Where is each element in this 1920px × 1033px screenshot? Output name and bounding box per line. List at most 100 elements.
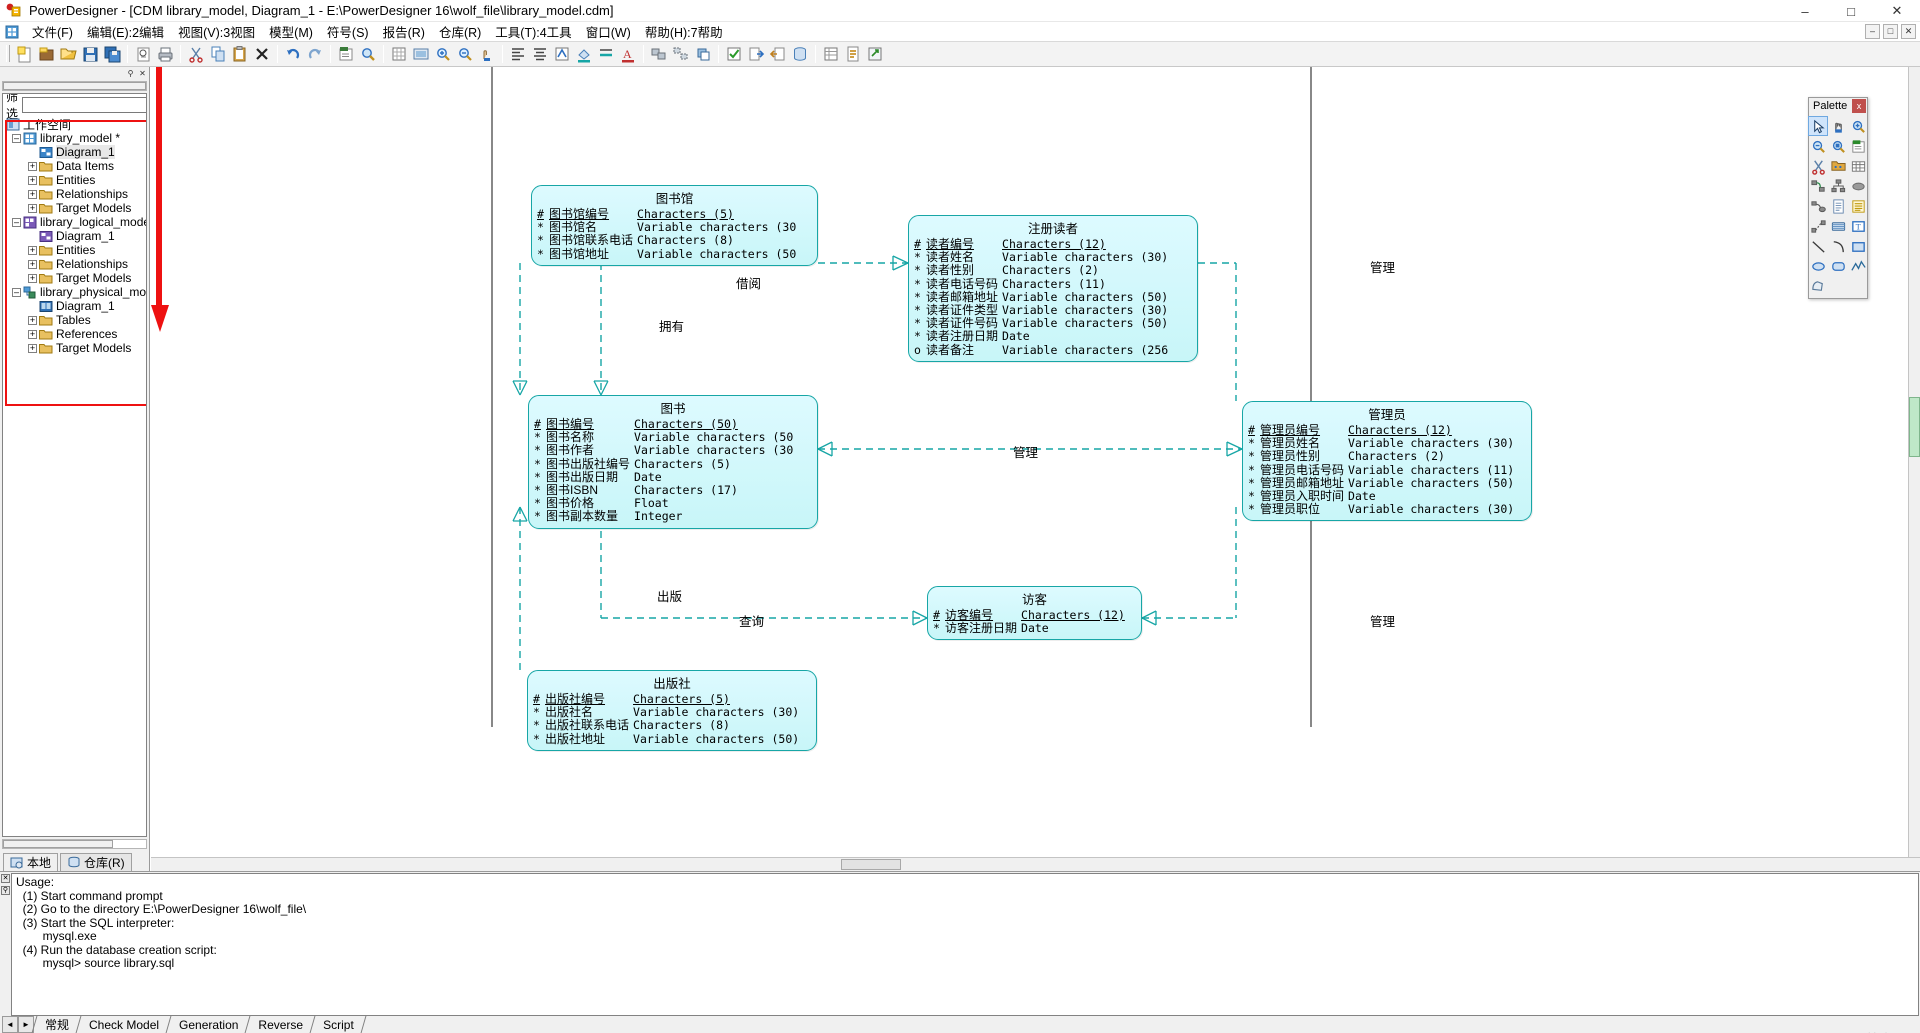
pan-icon[interactable] [476, 44, 498, 65]
polyline-tool-icon[interactable] [1848, 256, 1868, 276]
entity-attribute-row[interactable]: * 访客注册日期 Date [928, 622, 1125, 635]
save-all-icon[interactable] [101, 44, 123, 65]
expand-icon[interactable]: + [28, 175, 37, 185]
tree-item-data-items[interactable]: + Data Items [6, 159, 146, 173]
entity-attribute-row[interactable]: * 读者电话号码 Characters (11) [909, 277, 1168, 291]
expand-icon[interactable]: + [28, 259, 37, 269]
expand-icon[interactable]: + [28, 203, 37, 213]
scroll-thumb[interactable] [1909, 397, 1920, 457]
redo-icon[interactable] [304, 44, 326, 65]
toggle-grid-icon[interactable] [388, 44, 410, 65]
format-icon[interactable] [551, 44, 573, 65]
collapse-icon[interactable]: – [12, 217, 21, 227]
menu-edit[interactable]: 编辑(E):2编辑 [80, 21, 171, 42]
tree-item-library_physical_model[interactable]: – library_physical_model [6, 285, 146, 299]
tree-item-library_logical_model[interactable]: – library_logical_model [6, 215, 146, 229]
canvas-vertical-scrollbar[interactable] [1908, 67, 1920, 857]
browser-tree[interactable]: 工作空间 – library_model * Diagram_1 + Data Items… [3, 116, 146, 355]
menu-bar[interactable]: 文件(F) 编辑(E):2编辑 视图(V):3视图 模型(M) 符号(S) 报告(R) 仓库… [0, 22, 1920, 42]
tree-item-target-models[interactable]: + Target Models [6, 201, 146, 215]
scroll-thumb[interactable] [841, 859, 901, 870]
collapse-icon[interactable]: – [12, 133, 21, 143]
grabber-hand-tool-icon[interactable] [1828, 116, 1848, 136]
entity-出版社[interactable]: 出版社 # 出版社编号 Characters (5) * 出版社名 Variable cha… [527, 670, 817, 751]
font-color-icon[interactable]: A [617, 44, 639, 65]
menu-tools[interactable]: 工具(T):4工具 [488, 21, 578, 42]
diagram-canvas-area[interactable]: 图书馆 # 图书馆编号 Characters (5) * 图书馆名 Variable cha… [150, 67, 1920, 871]
tree-item-diagram_1[interactable]: Diagram_1 [6, 229, 146, 243]
association-link-tool-icon[interactable] [1808, 196, 1828, 216]
entity-attribute-row[interactable]: * 图书副本数量 Integer [529, 510, 793, 523]
cut-icon[interactable] [185, 44, 207, 65]
browser-bottom-scrollbar[interactable] [2, 839, 147, 849]
browser-tab-仓库R[interactable]: 仓库(R) [60, 853, 132, 871]
menu-model[interactable]: 模型(M) [262, 21, 320, 42]
check-model-icon[interactable] [723, 44, 745, 65]
menu-help[interactable]: 帮助(H):7帮助 [638, 21, 730, 42]
ungroup-icon[interactable] [670, 44, 692, 65]
mdi-minimize-button[interactable]: – [1865, 24, 1880, 39]
expand-icon[interactable]: + [28, 343, 37, 353]
relationship-label[interactable]: 管理 [1370, 257, 1395, 276]
output-close-icon[interactable]: ✕ [1, 874, 10, 883]
relationship-label[interactable]: 出版 [657, 586, 682, 605]
palette-tool-grid[interactable]: T [1808, 114, 1868, 298]
menu-report[interactable]: 报告(R) [376, 21, 432, 42]
inheritance-tool-icon[interactable] [1828, 176, 1848, 196]
menu-repository[interactable]: 仓库(R) [432, 21, 488, 42]
align-left-icon[interactable] [507, 44, 529, 65]
entity-attribute-row[interactable]: * 图书馆联系电话 Characters (8) [532, 234, 796, 247]
ellipse-tool-icon[interactable] [1808, 256, 1828, 276]
browser-close-icon[interactable]: ✕ [138, 69, 147, 79]
paste-icon[interactable] [229, 44, 251, 65]
relationship-tool-icon[interactable] [1808, 176, 1828, 196]
mdi-window-controls[interactable]: – □ ✕ [1865, 24, 1916, 39]
pointer-tool-icon[interactable] [1808, 116, 1828, 136]
entity-attribute-row[interactable]: * 图书出版社编号 Characters (5) [529, 457, 793, 471]
zoom-in-tool-icon[interactable] [1848, 116, 1868, 136]
output-tab-Script[interactable]: Script [312, 1016, 363, 1033]
tree-item-target-models[interactable]: + Target Models [6, 341, 146, 355]
diagram-canvas[interactable]: 图书馆 # 图书馆编号 Characters (5) * 图书馆名 Variable cha… [151, 67, 1920, 871]
menu-view[interactable]: 视图(V):3视图 [171, 21, 262, 42]
delete-tool-icon[interactable] [1808, 156, 1828, 176]
mdi-close-button[interactable]: ✕ [1901, 24, 1916, 39]
line-tool-icon[interactable] [1808, 236, 1828, 256]
zoom-page-tool-icon[interactable] [1828, 136, 1848, 156]
entity-attribute-row[interactable]: * 图书馆地址 Variable characters (50 [532, 247, 796, 261]
copy-icon[interactable] [207, 44, 229, 65]
entity-tool-icon[interactable] [1848, 156, 1868, 176]
entity-attribute-row[interactable]: * 图书作者 Variable characters (30 [529, 444, 793, 457]
new-package-icon[interactable] [35, 44, 57, 65]
output-tab-Check-Model[interactable]: Check Model [78, 1016, 169, 1033]
relationship-label[interactable]: 借阅 [736, 273, 761, 292]
close-button[interactable]: ✕ [1874, 0, 1920, 22]
tree-item-library_model-[interactable]: – library_model * [6, 131, 146, 145]
scroll-thumb[interactable] [3, 82, 146, 90]
group-icon[interactable] [648, 44, 670, 65]
entity-attribute-row[interactable]: * 读者注册日期 Date [909, 330, 1168, 343]
export-icon[interactable] [864, 44, 886, 65]
tab-scroll-prev[interactable]: ◄ [2, 1016, 18, 1033]
output-tab-Generation[interactable]: Generation [168, 1016, 248, 1033]
zoom-out-tool-icon[interactable] [1808, 136, 1828, 156]
output-tab-常规[interactable]: 常规 [34, 1016, 79, 1033]
browser-pin-icon[interactable]: ⚲ [126, 69, 135, 79]
tree-item-diagram_1[interactable]: Diagram_1 [6, 299, 146, 313]
expand-icon[interactable]: + [28, 329, 37, 339]
file-tool-icon[interactable] [1828, 196, 1848, 216]
browser-header[interactable]: ⚲ ✕ [0, 67, 149, 81]
entity-attribute-row[interactable]: * 出版社地址 Variable characters (50) [528, 732, 799, 746]
entity-注册读者[interactable]: 注册读者 # 读者编号 Characters (12) * 读者姓名 Variable ch… [908, 215, 1198, 362]
canvas-horizontal-scrollbar[interactable] [151, 857, 1920, 871]
menu-file[interactable]: 文件(F) [25, 21, 80, 42]
relationship-label[interactable]: 管理 [1370, 611, 1395, 630]
output-gutter[interactable]: ✕ ⚲ [0, 872, 11, 1016]
relationship-label[interactable]: 拥有 [659, 316, 684, 335]
expand-icon[interactable]: + [28, 273, 37, 283]
polygon-tool-icon[interactable] [1808, 276, 1828, 296]
association-tool-icon[interactable] [1848, 176, 1868, 196]
expand-icon[interactable]: + [28, 189, 37, 199]
tree-item-references[interactable]: + References [6, 327, 146, 341]
rounded-rectangle-tool-icon[interactable] [1828, 256, 1848, 276]
